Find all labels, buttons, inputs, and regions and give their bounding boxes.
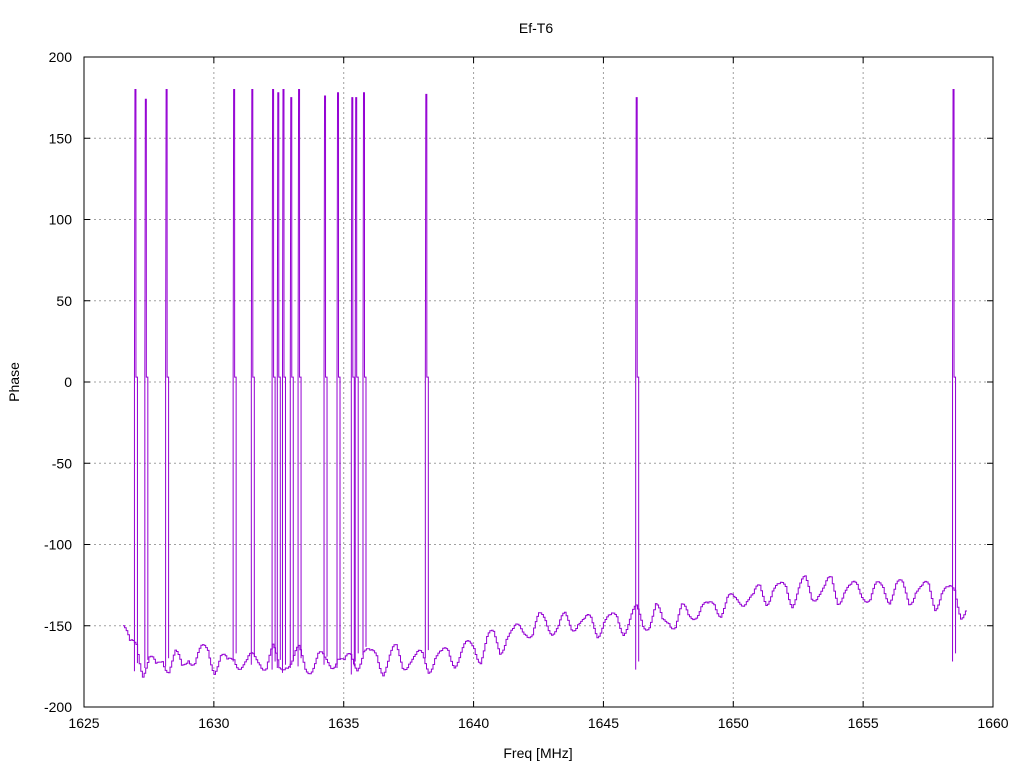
y-tick-label: -150 [44, 618, 72, 634]
axis-ticks: 1625 1630 1635 1640 1645 1650 1655 1660 -200 -150… [44, 49, 1009, 731]
phase-wrap-spike [133, 89, 138, 672]
phase-wrap-spike [281, 89, 286, 673]
phase-wrap-spike [250, 89, 255, 665]
x-tick-label: 1640 [458, 715, 489, 731]
x-axis-label: Freq [MHz] [503, 745, 572, 761]
y-tick-label: -200 [44, 699, 72, 715]
y-tick-label: -50 [52, 455, 72, 471]
x-tick-label: 1630 [198, 715, 229, 731]
x-tick-label: 1645 [588, 715, 619, 731]
phase-wrap-spike [165, 89, 170, 667]
phase-wrap-spike [271, 89, 276, 670]
x-tick-label: 1650 [718, 715, 749, 731]
x-tick-label: 1660 [977, 715, 1008, 731]
series-line [123, 575, 967, 678]
x-tick-label: 1635 [328, 715, 359, 731]
x-tick-label: 1655 [848, 715, 879, 731]
phase-wrap-spike [144, 98, 149, 668]
x-tick-label: 1625 [68, 715, 99, 731]
chart-title: Ef-T6 [519, 20, 553, 36]
phase-wrap-spike [635, 97, 640, 670]
phase-wrap-spike [276, 92, 281, 668]
grid [84, 57, 993, 707]
phase-wrap-spike [354, 97, 359, 662]
y-axis-label: Phase [6, 362, 22, 402]
phase-wrap-spike [289, 97, 294, 668]
phase-wrap-spike [336, 92, 341, 668]
phase-wrap-spike [232, 89, 237, 662]
series-phase [123, 89, 967, 678]
phase-wrap-spike [297, 89, 302, 667]
y-tick-label: 50 [56, 293, 72, 309]
y-tick-label: 100 [49, 212, 73, 228]
chart: 1625 1630 1635 1640 1645 1650 1655 1660 -200 -150… [0, 0, 1024, 768]
chart-svg: 1625 1630 1635 1640 1645 1650 1655 1660 -200 -150… [6, 20, 1009, 761]
phase-wrap-spike [424, 93, 429, 659]
phase-wrap-spike [350, 97, 355, 675]
y-tick-label: -100 [44, 537, 72, 553]
phase-wrap-spike [323, 95, 328, 665]
y-tick-label: 0 [64, 374, 72, 390]
y-tick-label: 150 [49, 130, 73, 146]
phase-wrap-spike [952, 89, 957, 662]
phase-wrap-spike [362, 92, 367, 655]
y-tick-label: 200 [49, 49, 73, 65]
